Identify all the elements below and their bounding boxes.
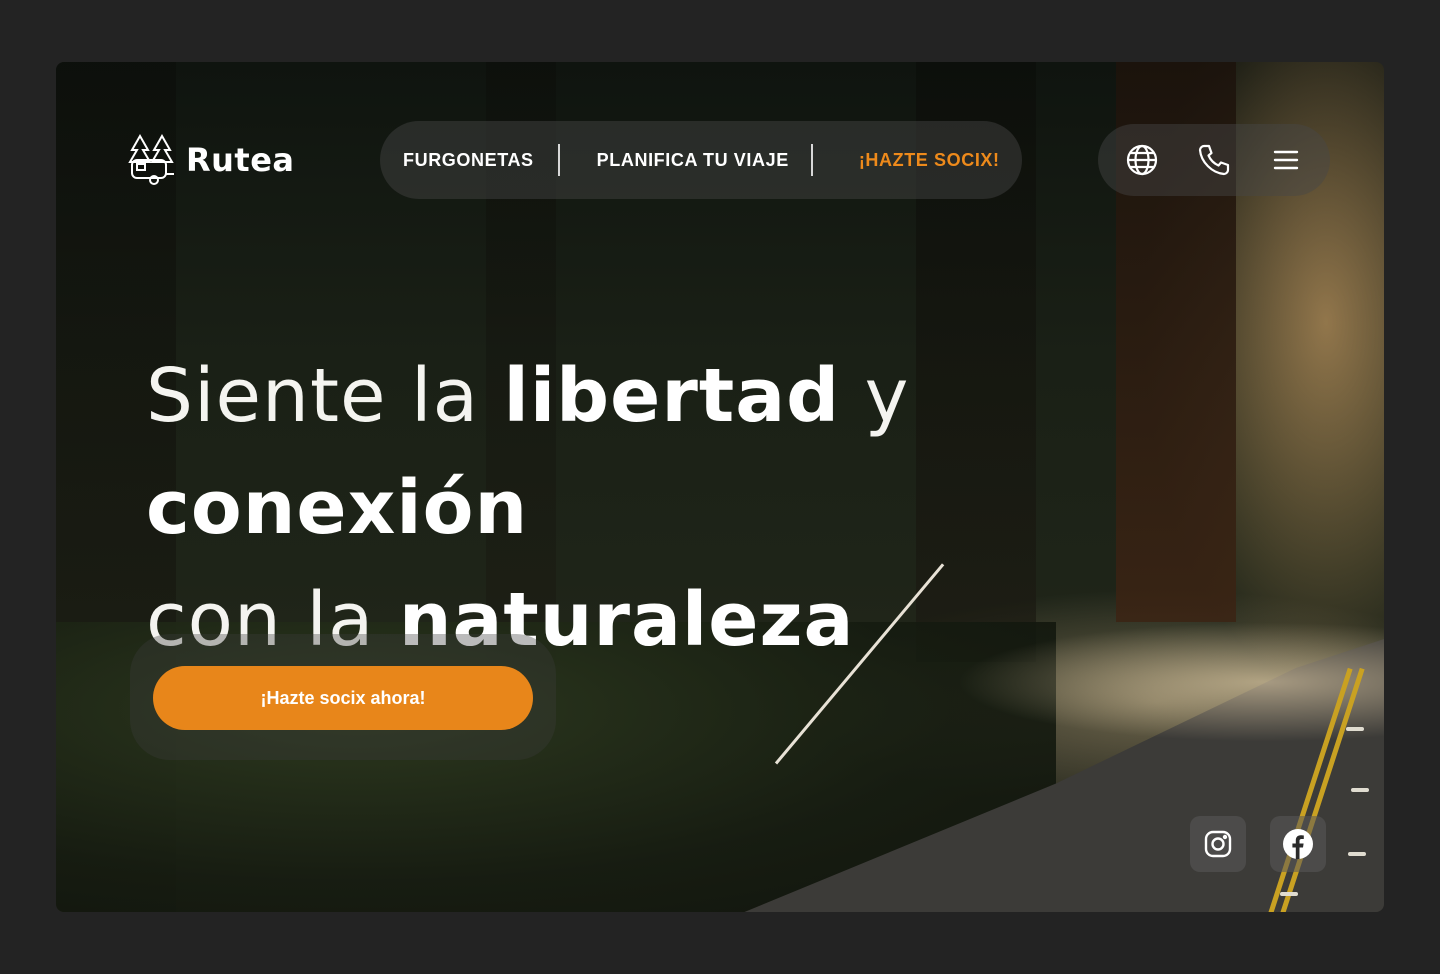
instagram-link[interactable] — [1190, 816, 1246, 872]
nav-item-furgonetas[interactable]: FURGONETAS — [403, 150, 534, 171]
globe-icon[interactable] — [1124, 142, 1160, 178]
facebook-link[interactable] — [1270, 816, 1326, 872]
nav-item-planifica[interactable]: PLANIFICA TU VIAJE — [597, 150, 789, 171]
hamburger-menu-icon[interactable] — [1268, 142, 1304, 178]
headline-emphasis: libertad — [503, 353, 841, 439]
nav-separator — [557, 144, 560, 176]
brand-logo[interactable]: Rutea — [128, 134, 295, 186]
road-dash — [1280, 892, 1298, 896]
facebook-icon — [1283, 829, 1313, 859]
headline-text: y — [840, 353, 910, 439]
headline-emphasis: conexión — [146, 465, 529, 551]
join-now-button[interactable]: ¡Hazte socix ahora! — [153, 666, 533, 730]
nav-item-hazte-socix[interactable]: ¡HAZTE SOCIX! — [859, 150, 1000, 171]
brand-name: Rutea — [186, 141, 295, 179]
header-actions — [1098, 124, 1330, 196]
phone-icon[interactable] — [1196, 142, 1232, 178]
road-dash — [1346, 727, 1364, 731]
trees-caravan-icon — [128, 134, 174, 185]
instagram-icon — [1204, 830, 1232, 858]
headline-text: Siente la — [146, 353, 504, 439]
nav-separator — [810, 144, 813, 176]
road-dash — [1348, 852, 1366, 856]
road-dash — [1351, 788, 1369, 792]
hero-headline: Siente la libertad y conexión con la nat… — [146, 340, 1266, 676]
main-nav: FURGONETAS PLANIFICA TU VIAJE ¡HAZTE SOC… — [380, 121, 1022, 199]
